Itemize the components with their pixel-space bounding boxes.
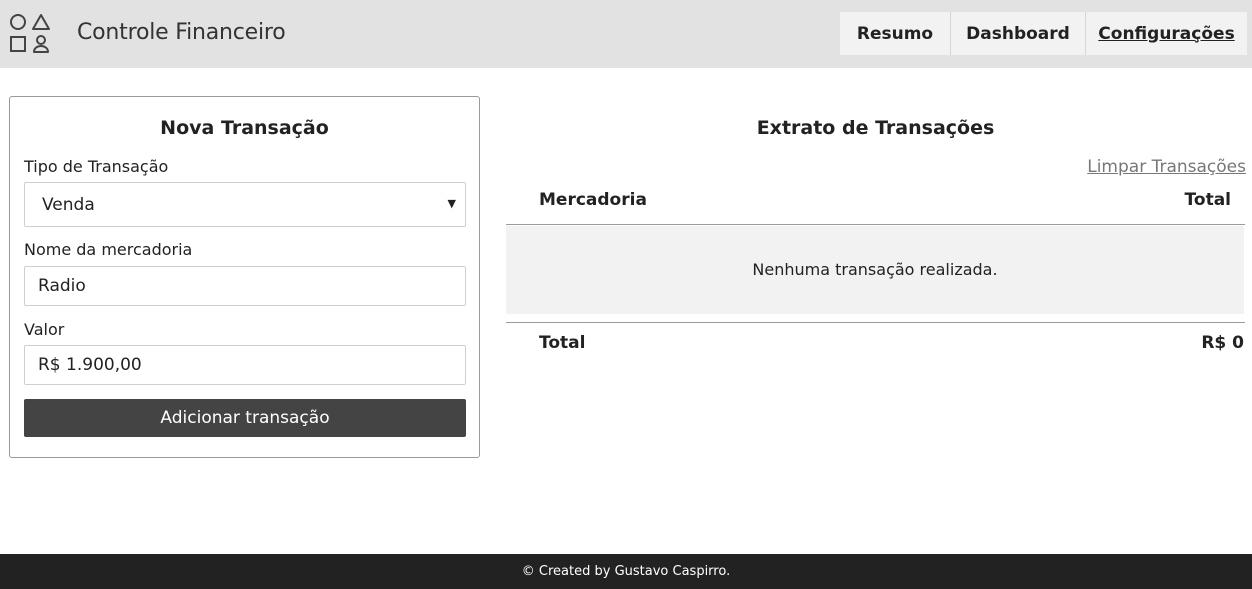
total-value: R$ 0 [1201,333,1244,353]
add-transaction-button[interactable]: Adicionar transação [24,399,466,437]
top-header: Controle Financeiro Resumo Dashboard Con… [0,0,1252,68]
empty-message: Nenhuma transação realizada. [752,260,998,279]
form-title: Nova Transação [160,117,329,139]
new-transaction-card: Nova Transação Tipo de Transação Venda ▼… [9,96,480,458]
extract-title: Extrato de Transações [756,117,995,139]
value-label: Valor [24,320,65,339]
transaction-type-value: Venda [42,195,95,215]
column-header-merchandise: Mercadoria [539,190,647,210]
nav-configuracoes[interactable]: Configurações [1085,12,1247,55]
nav-resumo[interactable]: Resumo [840,12,950,55]
clear-transactions-link[interactable]: Limpar Transações [1087,157,1246,177]
transaction-type-label: Tipo de Transação [24,157,169,176]
app-title: Controle Financeiro [77,20,286,45]
top-nav: Resumo Dashboard Configurações [840,12,1247,55]
column-header-total: Total [1184,190,1231,210]
empty-table-row: Nenhuma transação realizada. [506,226,1244,314]
total-label: Total [539,333,586,353]
merchandise-name-label: Nome da mercadoria [24,240,193,259]
table-divider [506,322,1245,323]
footer-credit: © Created by Gustavo Caspirro. [521,564,731,579]
shapes-icon [10,14,50,53]
transaction-type-select[interactable]: Venda ▼ [24,182,466,227]
value-input[interactable] [24,345,466,385]
page-footer: © Created by Gustavo Caspirro. [0,554,1252,589]
table-divider [506,224,1245,225]
nav-dashboard[interactable]: Dashboard [950,12,1085,55]
merchandise-name-input[interactable] [24,266,466,306]
caret-down-icon: ▼ [447,197,456,210]
